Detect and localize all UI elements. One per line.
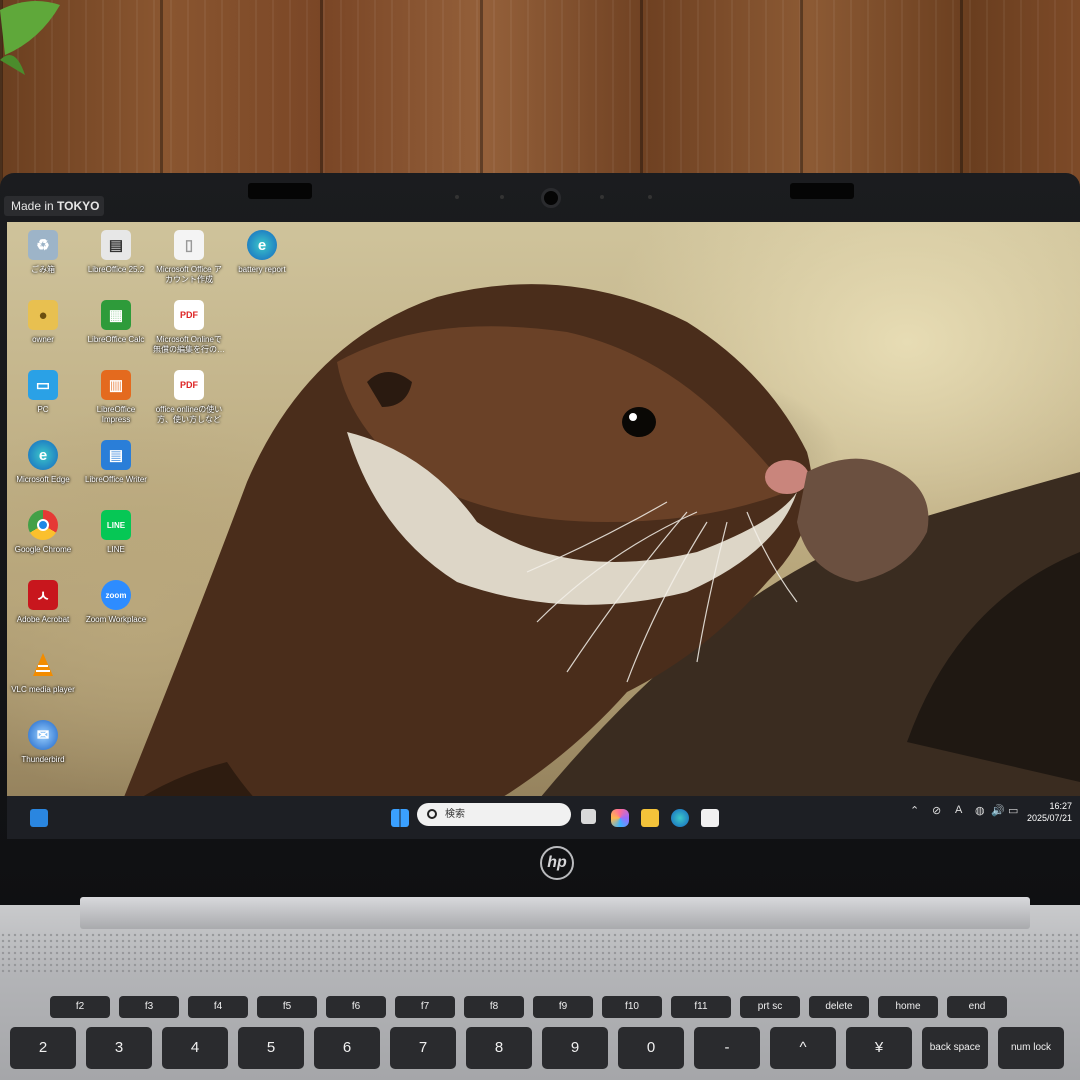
key-^[interactable]: ^ [770, 1027, 836, 1069]
hinge [80, 897, 1030, 929]
desktop-icon-zoom[interactable]: zoom Zoom Workplace [77, 580, 155, 625]
bezel-bumper [790, 183, 854, 199]
key-f6[interactable]: f6 [326, 996, 386, 1018]
key-home[interactable]: home [878, 996, 938, 1018]
calc-icon: ▦ [101, 300, 131, 330]
network-icon[interactable]: ◍ [975, 804, 985, 817]
clock-date: 2025/07/21 [1026, 813, 1072, 823]
key-7[interactable]: 7 [390, 1027, 456, 1069]
store-icon[interactable] [701, 809, 719, 827]
key-4[interactable]: 4 [162, 1027, 228, 1069]
widgets-icon[interactable] [30, 809, 48, 827]
notification-icon[interactable]: ⊘ [932, 804, 941, 817]
edge-icon: e [247, 230, 277, 260]
desktop-icon-libreoffice-writer[interactable]: ▤ LibreOffice Writer [77, 440, 155, 485]
task-view-icon[interactable] [581, 809, 596, 824]
desktop-icon-microsoft-edge[interactable]: e Microsoft Edge [7, 440, 82, 485]
key-f7[interactable]: f7 [395, 996, 455, 1018]
desktop-icon-adobe-acrobat[interactable]: ㅅ Adobe Acrobat [7, 580, 82, 625]
made-in-tokyo-badge: Made in TOKYO [4, 196, 104, 216]
writer-icon: ▤ [101, 440, 131, 470]
search-icon [427, 809, 437, 819]
key-f8[interactable]: f8 [464, 996, 524, 1018]
desktop-screen: ♻ ごみ箱 ▤ LibreOffice 25.2 ▯ Microsoft Off… [7, 222, 1080, 839]
key-9[interactable]: 9 [542, 1027, 608, 1069]
key-f4[interactable]: f4 [188, 996, 248, 1018]
webcam [541, 188, 561, 208]
desktop-icon-office-account[interactable]: ▯ Microsoft Office ア カウント作成 [150, 230, 228, 285]
desktop-icon-vlc[interactable]: VLC media player [7, 650, 82, 695]
key-f2[interactable]: f2 [50, 996, 110, 1018]
desktop-icon-thunderbird[interactable]: ✉ Thunderbird [7, 720, 82, 765]
key-f3[interactable]: f3 [119, 996, 179, 1018]
user-folder-icon: ● [28, 300, 58, 330]
photo-scene: Made in TOKYO ♻ ごみ箱 ▤ LibreOffice 25.2 ▯… [0, 0, 1080, 1080]
key-5[interactable]: 5 [238, 1027, 304, 1069]
desktop-icon-google-chrome[interactable]: Google Chrome [7, 510, 82, 555]
key-3[interactable]: 3 [86, 1027, 152, 1069]
plant-leaf [0, 1, 60, 75]
bezel-bumper [248, 183, 312, 199]
key-6[interactable]: 6 [314, 1027, 380, 1069]
key-num-lock[interactable]: num lock [998, 1027, 1064, 1069]
speaker-grille [0, 932, 1080, 974]
key-8[interactable]: 8 [466, 1027, 532, 1069]
clock-time: 16:27 [1049, 801, 1072, 811]
mic-hole [500, 195, 504, 199]
search-box[interactable]: 検索 [417, 803, 571, 826]
key-end[interactable]: end [947, 996, 1007, 1018]
acrobat-icon: ㅅ [28, 580, 58, 610]
libreoffice-icon: ▤ [101, 230, 131, 260]
wooden-wall [0, 0, 1080, 190]
pdf-icon: PDF [174, 300, 204, 330]
desktop-icon-owner[interactable]: ● owner [7, 300, 82, 345]
desktop-icon-office-online-guide[interactable]: PDF office onlineの使い 方、使い方しなど [150, 370, 228, 425]
line-icon: LINE [101, 510, 131, 540]
clock[interactable]: 16:27 2025/07/21 [1027, 800, 1072, 824]
key-f9[interactable]: f9 [533, 996, 593, 1018]
copilot-icon[interactable] [611, 809, 629, 827]
battery-icon[interactable]: ▭ [1008, 804, 1018, 817]
start-icon[interactable] [391, 809, 409, 827]
desktop-icon-libreoffice[interactable]: ▤ LibreOffice 25.2 [77, 230, 155, 275]
desktop-icon-line[interactable]: LINE LINE [77, 510, 155, 555]
key-f10[interactable]: f10 [602, 996, 662, 1018]
chrome-icon [28, 510, 58, 540]
key-f5[interactable]: f5 [257, 996, 317, 1018]
taskbar: 検索 ⌃ ⊘ A ◍ 🔊 ▭ 16:27 2025/07/21 [7, 796, 1080, 839]
document-icon: ▯ [174, 230, 204, 260]
key-0[interactable]: 0 [618, 1027, 684, 1069]
desktop-icon-libreoffice-calc[interactable]: ▦ LibreOffice Calc [77, 300, 155, 345]
key--[interactable]: - [694, 1027, 760, 1069]
search-placeholder: 検索 [445, 809, 465, 820]
key-delete[interactable]: delete [809, 996, 869, 1018]
volume-icon[interactable]: 🔊 [991, 804, 1005, 817]
chevron-up-icon[interactable]: ⌃ [910, 804, 919, 817]
file-explorer-icon[interactable] [641, 809, 659, 827]
key-prt-sc[interactable]: prt sc [740, 996, 800, 1018]
desktop-icon-battery-report[interactable]: e battery report [223, 230, 301, 275]
mic-hole [455, 195, 459, 199]
edge-icon: e [28, 440, 58, 470]
key-2[interactable]: 2 [10, 1027, 76, 1069]
desktop-icon-recycle-bin[interactable]: ♻ ごみ箱 [7, 230, 82, 275]
desktop-icon-pdf-online[interactable]: PDF Microsoft Onlineで 無償の編集を行の… [150, 300, 228, 355]
desktop-icon-pc[interactable]: ▭ PC [7, 370, 82, 415]
key-back-space[interactable]: back space [922, 1027, 988, 1069]
recycle-bin-icon: ♻ [28, 230, 58, 260]
key-¥[interactable]: ¥ [846, 1027, 912, 1069]
thunderbird-icon: ✉ [28, 720, 58, 750]
pc-icon: ▭ [28, 370, 58, 400]
ime-indicator[interactable]: A [955, 804, 962, 816]
mic-hole [648, 195, 652, 199]
pdf-icon: PDF [174, 370, 204, 400]
mic-hole [600, 195, 604, 199]
desktop-icon-libreoffice-impress[interactable]: ▥ LibreOffice Impress [77, 370, 155, 425]
key-f11[interactable]: f11 [671, 996, 731, 1018]
zoom-icon: zoom [101, 580, 131, 610]
impress-icon: ▥ [101, 370, 131, 400]
vlc-icon [28, 650, 58, 680]
edge-icon[interactable] [671, 809, 689, 827]
hp-logo: hp [540, 846, 574, 880]
